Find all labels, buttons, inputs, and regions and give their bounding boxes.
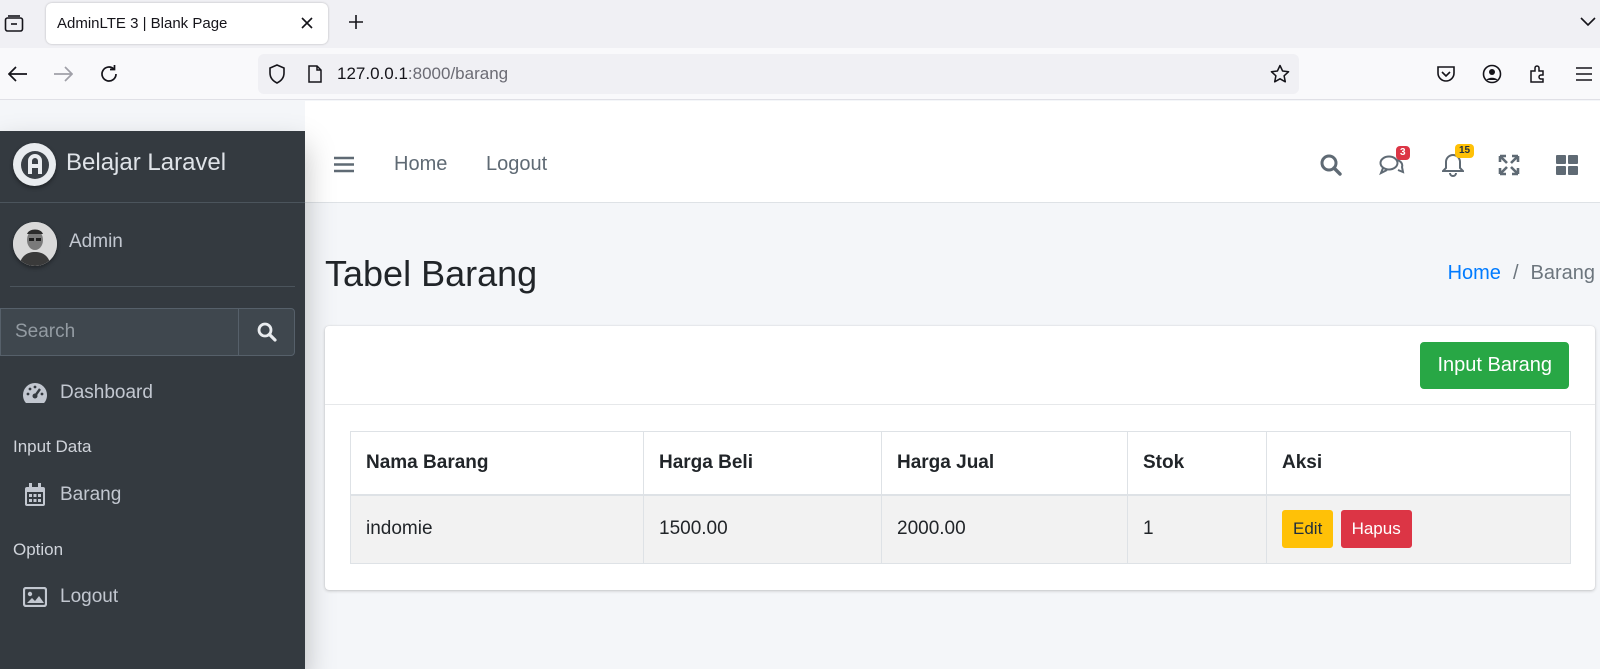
notifications-badge: 15 [1455, 144, 1475, 158]
barang-table: Nama Barang Harga Beli Harga Jual Stok A… [350, 431, 1571, 564]
sidebar-search-button[interactable] [238, 308, 295, 356]
brand-link[interactable]: Belajar Laravel [0, 131, 305, 203]
brand-logo-icon [13, 143, 56, 186]
image-icon [22, 584, 48, 610]
browser-tab[interactable]: AdminLTE 3 | Blank Page [46, 3, 328, 44]
url-text[interactable]: 127.0.0.1:8000/barang [337, 64, 508, 84]
breadcrumb-home-link[interactable]: Home [1448, 262, 1501, 285]
column-header: Stok [1127, 431, 1267, 496]
calendar-icon [22, 482, 48, 508]
search-icon [257, 322, 277, 342]
pocket-icon[interactable] [1433, 61, 1459, 87]
sidebar-header-option: Option [13, 540, 64, 559]
table-row: indomie 1500.00 2000.00 1 Edit Hapus [350, 494, 1571, 564]
sidebar-search [0, 308, 295, 356]
back-arrow-icon[interactable] [5, 61, 31, 87]
reload-icon[interactable] [96, 61, 122, 87]
nav-link-home[interactable]: Home [394, 153, 447, 176]
edit-button[interactable]: Edit [1282, 510, 1334, 549]
star-icon[interactable] [1269, 63, 1291, 85]
cell-harga-beli: 1500.00 [643, 494, 882, 564]
sidebar-item-dashboard[interactable]: Dashboard [0, 370, 305, 416]
card-header: Input Barang [325, 326, 1595, 405]
sidebar-item-label: Barang [60, 484, 122, 505]
column-header: Harga Beli [643, 431, 882, 496]
input-barang-button[interactable]: Input Barang [1420, 342, 1569, 389]
th-large-icon[interactable] [1553, 151, 1581, 179]
messages-badge: 3 [1396, 146, 1410, 160]
cell-stok: 1 [1127, 494, 1267, 564]
sidebar-search-input[interactable] [0, 308, 239, 356]
sidebar-item-label: Logout [60, 586, 119, 607]
cell-harga-jual: 2000.00 [881, 494, 1128, 564]
breadcrumb: Home / Barang [1448, 262, 1595, 285]
forward-arrow-icon[interactable] [50, 61, 76, 87]
sidebar-header-input-data: Input Data [13, 437, 92, 456]
hapus-button[interactable]: Hapus [1340, 510, 1412, 549]
hamburger-menu-icon[interactable] [1571, 61, 1597, 87]
user-name[interactable]: Admin [69, 231, 123, 253]
content-header: Tabel Barang Home / Barang [325, 253, 1600, 303]
extensions-icon[interactable] [1525, 61, 1551, 87]
main-sidebar: Belajar Laravel Admin Dashboard Input Da… [0, 131, 305, 669]
breadcrumb-active: Barang [1530, 262, 1596, 284]
avatar[interactable] [13, 222, 57, 266]
comments-icon[interactable]: 3 [1378, 146, 1410, 179]
main-navbar: Home Logout 3 15 [305, 101, 1600, 203]
account-icon[interactable] [1479, 61, 1505, 87]
breadcrumb-separator: / [1512, 262, 1519, 284]
sidebar-item-logout[interactable]: Logout [0, 574, 305, 620]
page-icon[interactable] [304, 63, 326, 85]
table-header-row: Nama Barang Harga Beli Harga Jual Stok A… [350, 431, 1571, 496]
close-icon[interactable] [298, 14, 316, 32]
page-title: Tabel Barang [325, 253, 538, 294]
url-host: 127.0.0.1 [337, 64, 408, 83]
expand-arrows-icon[interactable] [1495, 151, 1523, 179]
browser-toolbar: 127.0.0.1:8000/barang [0, 48, 1600, 100]
search-icon[interactable] [1317, 151, 1345, 179]
bell-icon[interactable]: 15 [1439, 144, 1475, 179]
tab-list-icon[interactable] [0, 10, 28, 38]
sidebar-item-label: Dashboard [60, 382, 153, 403]
url-path: :8000/barang [407, 64, 509, 83]
url-bar[interactable]: 127.0.0.1:8000/barang [258, 54, 1299, 94]
column-header: Harga Jual [881, 431, 1128, 496]
chevron-down-icon[interactable] [1578, 12, 1598, 32]
user-panel: Admin [10, 203, 295, 287]
tab-title: AdminLTE 3 | Blank Page [57, 15, 228, 32]
column-header: Aksi [1266, 431, 1571, 496]
bars-icon[interactable] [333, 153, 355, 175]
nav-link-logout[interactable]: Logout [486, 153, 547, 176]
cell-nama-barang: indomie [350, 494, 644, 564]
brand-text: Belajar Laravel [66, 149, 227, 176]
sidebar-item-barang[interactable]: Barang [0, 472, 305, 518]
column-header: Nama Barang [350, 431, 644, 496]
shield-icon[interactable] [266, 63, 288, 85]
browser-tabstrip: AdminLTE 3 | Blank Page [0, 0, 1600, 48]
barang-card: Input Barang Nama Barang Harga Beli Harg… [325, 326, 1595, 590]
cell-aksi: Edit Hapus [1266, 494, 1571, 564]
tachometer-icon [22, 380, 48, 406]
new-tab-plus-icon[interactable] [344, 10, 368, 34]
